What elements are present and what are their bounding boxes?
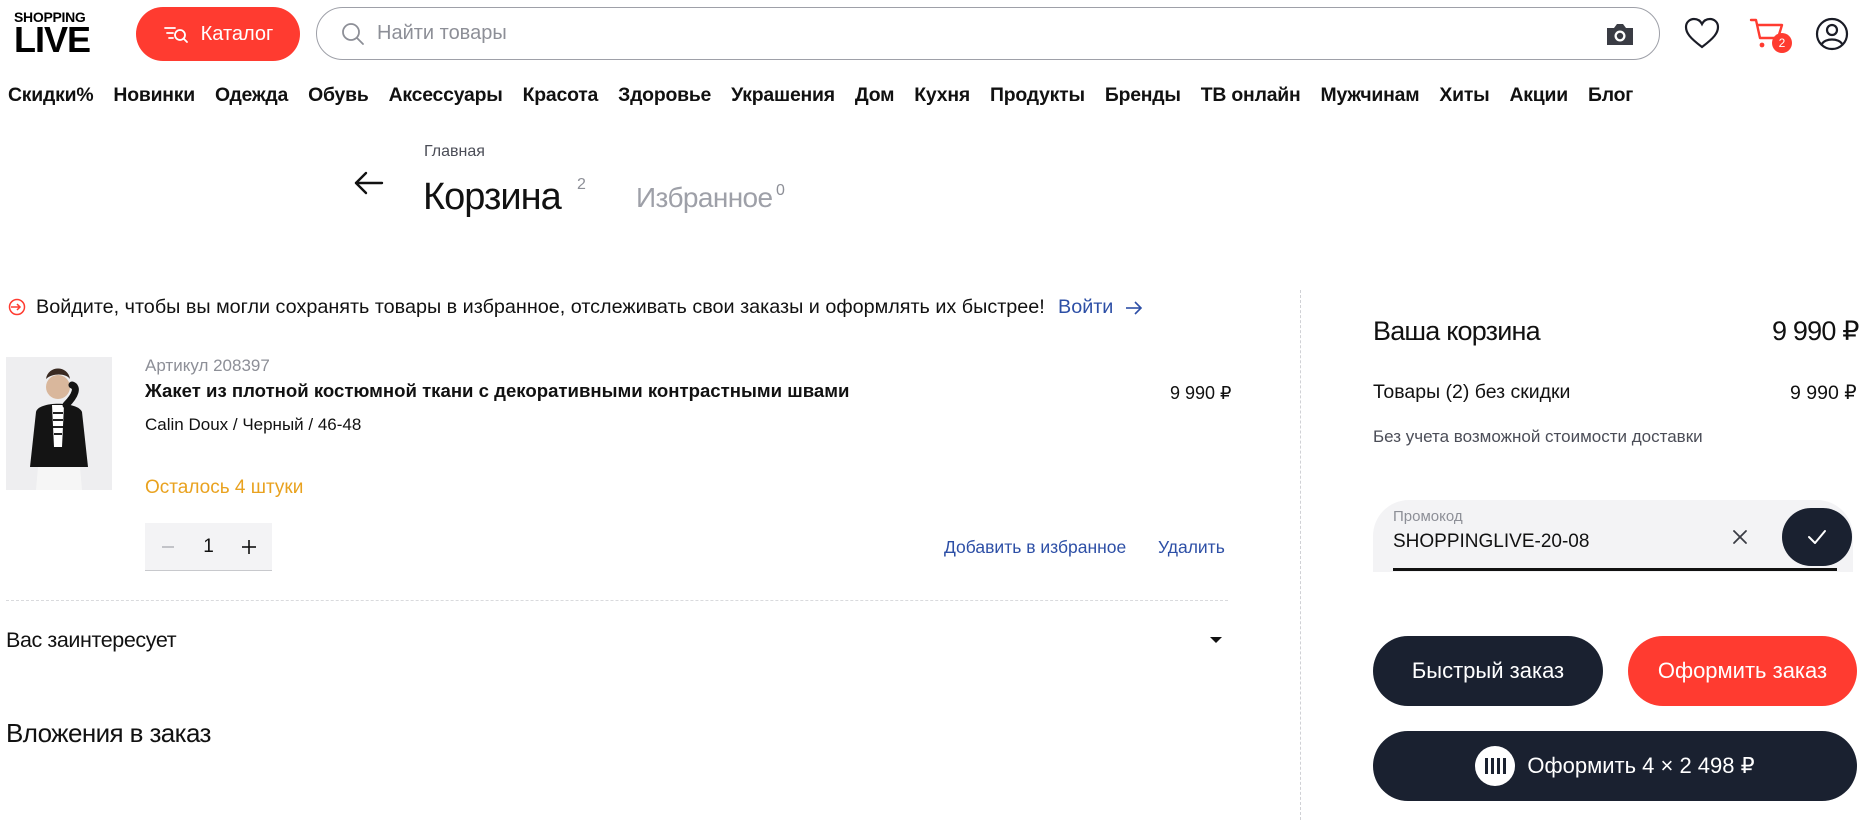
remove-item-link[interactable]: Удалить — [1158, 537, 1225, 558]
summary-items-price: 9 990 ₽ — [1790, 382, 1857, 404]
nav-item[interactable]: ТВ онлайн — [1201, 84, 1301, 107]
nav-item[interactable]: Обувь — [308, 84, 369, 107]
split-payment-button[interactable]: Оформить 4 × 2 498 ₽ — [1373, 731, 1857, 801]
catalog-search-icon — [163, 27, 188, 43]
catalog-button[interactable]: Каталог — [136, 7, 300, 61]
product-image[interactable] — [6, 357, 112, 490]
catalog-button-label: Каталог — [200, 22, 274, 45]
quantity-decrease-button[interactable] — [155, 534, 181, 560]
tab-favorites[interactable]: Избранное — [636, 182, 773, 214]
nav-item[interactable]: Одежда — [215, 84, 288, 107]
nav-item[interactable]: Блог — [1588, 84, 1633, 107]
nav-item[interactable]: Дом — [855, 84, 895, 107]
search-icon — [342, 22, 364, 45]
summary-total: 9 990 ₽ — [1772, 316, 1859, 346]
delivery-note: Без учета возможной стоимости доставки — [1373, 427, 1703, 446]
nav-item[interactable]: Мужчинам — [1321, 84, 1420, 107]
favorites-count: 0 — [776, 182, 785, 199]
attachments-heading: Вложения в заказ — [6, 718, 211, 748]
stock-status: Осталось 4 штуки — [145, 477, 304, 498]
login-banner-text: Войдите, чтобы вы могли сохранять товары… — [36, 296, 1045, 318]
nav-item[interactable]: Красота — [523, 84, 599, 107]
summary-items-label: Товары (2) без скидки — [1373, 381, 1571, 403]
breadcrumb[interactable]: Главная — [424, 143, 485, 161]
quantity-stepper: 1 — [145, 523, 272, 571]
cart-title-count: 2 — [577, 176, 586, 193]
promo-underline — [1393, 568, 1837, 571]
close-icon[interactable] — [1728, 525, 1752, 549]
split-payment-icon — [1475, 746, 1516, 786]
heart-icon[interactable] — [1682, 14, 1722, 54]
promo-input[interactable] — [1393, 531, 1713, 553]
search-bar[interactable] — [316, 7, 1660, 60]
product-title[interactable]: Жакет из плотной костюмной ткани с декор… — [145, 380, 849, 402]
checkout-button[interactable]: Оформить заказ — [1628, 636, 1857, 706]
arrow-left-icon[interactable] — [352, 166, 386, 200]
add-to-favorites-link[interactable]: Добавить в избранное — [944, 537, 1126, 558]
login-icon — [8, 298, 26, 316]
login-link[interactable]: Войти — [1058, 296, 1143, 319]
quick-order-button[interactable]: Быстрый заказ — [1373, 636, 1603, 706]
nav-item[interactable]: Здоровье — [618, 84, 711, 107]
user-icon[interactable] — [1812, 14, 1852, 54]
nav-item[interactable]: Продукты — [990, 84, 1085, 107]
caret-down-icon[interactable] — [1209, 636, 1223, 644]
category-nav: Скидки% Новинки Одежда Обувь Аксессуары … — [8, 84, 1633, 107]
nav-item[interactable]: Бренды — [1105, 84, 1181, 107]
quantity-value: 1 — [203, 535, 214, 557]
nav-item[interactable]: Аксессуары — [389, 84, 503, 107]
nav-item[interactable]: Акции — [1510, 84, 1569, 107]
plus-icon — [241, 539, 256, 554]
nav-item[interactable]: Украшения — [731, 84, 835, 107]
cart-button[interactable]: 2 — [1748, 14, 1792, 54]
nav-item[interactable]: Хиты — [1439, 84, 1489, 107]
nav-item[interactable]: Кухня — [914, 84, 970, 107]
minus-icon — [162, 545, 174, 548]
nav-item[interactable]: Новинки — [113, 84, 195, 107]
column-divider — [1300, 290, 1301, 820]
apply-promo-button[interactable] — [1782, 508, 1852, 566]
summary-title: Ваша корзина — [1373, 316, 1541, 346]
logo[interactable]: SHOPPING LIVE — [14, 10, 108, 58]
product-article: Артикул 208397 — [145, 356, 270, 375]
product-meta: Calin Doux / Черный / 46-48 — [145, 415, 362, 434]
recommendations-heading[interactable]: Вас заинтересует — [6, 628, 177, 653]
cart-count-badge: 2 — [1772, 33, 1792, 53]
promo-label: Промокод — [1393, 508, 1463, 525]
divider — [6, 600, 1228, 601]
search-input[interactable] — [375, 21, 1603, 46]
login-link-label: Войти — [1058, 296, 1114, 318]
arrow-right-icon — [1126, 300, 1143, 315]
quantity-increase-button[interactable] — [236, 534, 262, 560]
nav-item[interactable]: Скидки% — [8, 84, 94, 107]
product-price: 9 990 ₽ — [1170, 383, 1232, 403]
camera-icon[interactable] — [1603, 17, 1637, 51]
page-title: Корзина — [423, 176, 562, 218]
logo-bottom-text: LIVE — [14, 19, 91, 60]
check-icon — [1808, 530, 1826, 544]
split-payment-label: Оформить 4 × 2 498 ₽ — [1527, 753, 1755, 778]
